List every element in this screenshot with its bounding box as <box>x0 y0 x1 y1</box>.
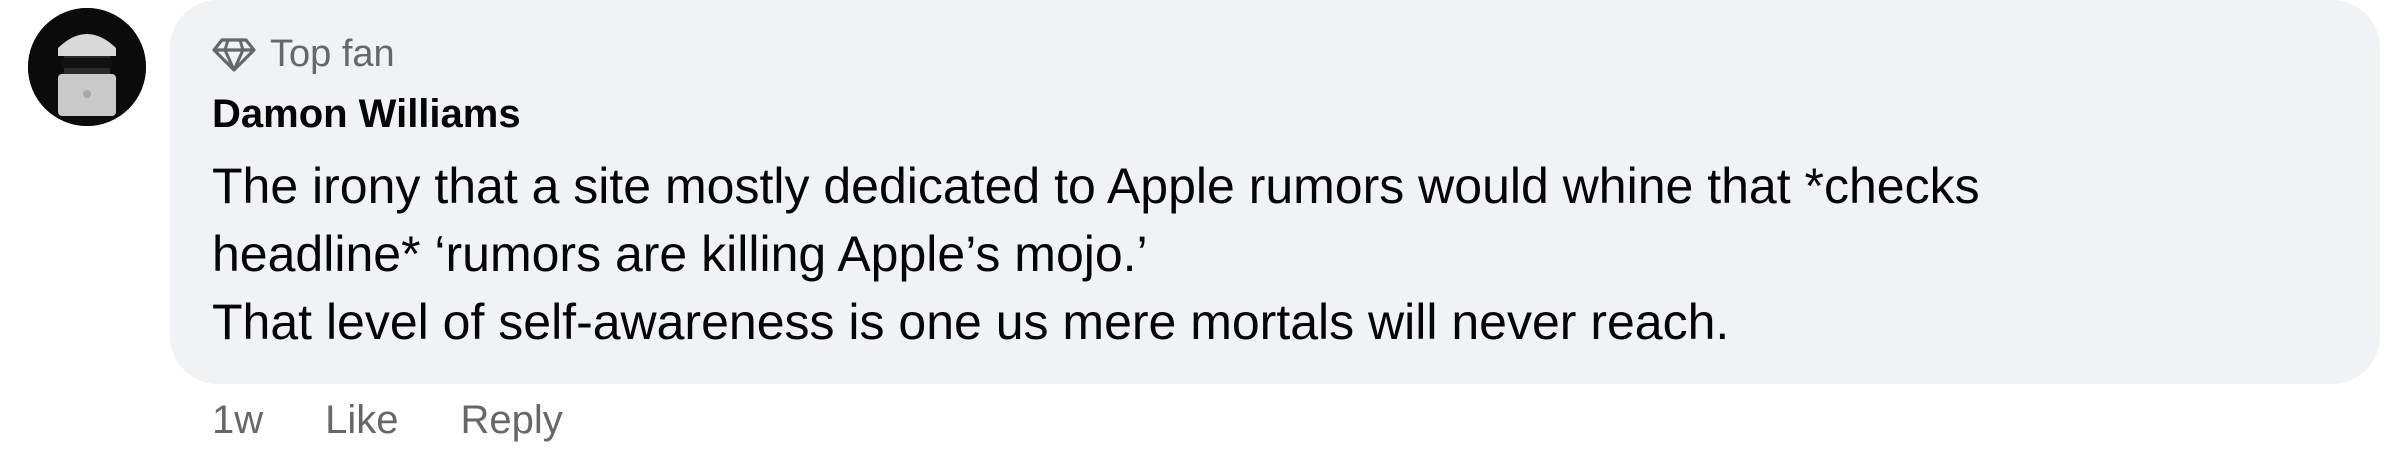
comment-timestamp[interactable]: 1w <box>212 398 263 443</box>
comment: Top fan Damon Williams The irony that a … <box>0 0 2400 456</box>
author-avatar[interactable] <box>28 8 146 126</box>
author-name[interactable]: Damon Williams <box>212 92 521 137</box>
comment-text-line: That level of self-awareness is one us m… <box>212 294 1730 350</box>
comment-actions: 1w Like Reply <box>212 392 563 448</box>
reply-button[interactable]: Reply <box>461 398 563 443</box>
comment-text-line: headline* ‘rumors are killing Apple’s mo… <box>212 226 1148 282</box>
comment-text: The irony that a site mostly dedicated t… <box>212 152 2352 356</box>
top-fan-badge[interactable]: Top fan <box>212 30 395 78</box>
avatar-image-icon <box>28 8 146 126</box>
like-button[interactable]: Like <box>325 398 398 443</box>
comment-text-line: The irony that a site mostly dedicated t… <box>212 158 1980 214</box>
badge-label: Top fan <box>270 32 395 75</box>
diamond-icon <box>212 32 256 76</box>
